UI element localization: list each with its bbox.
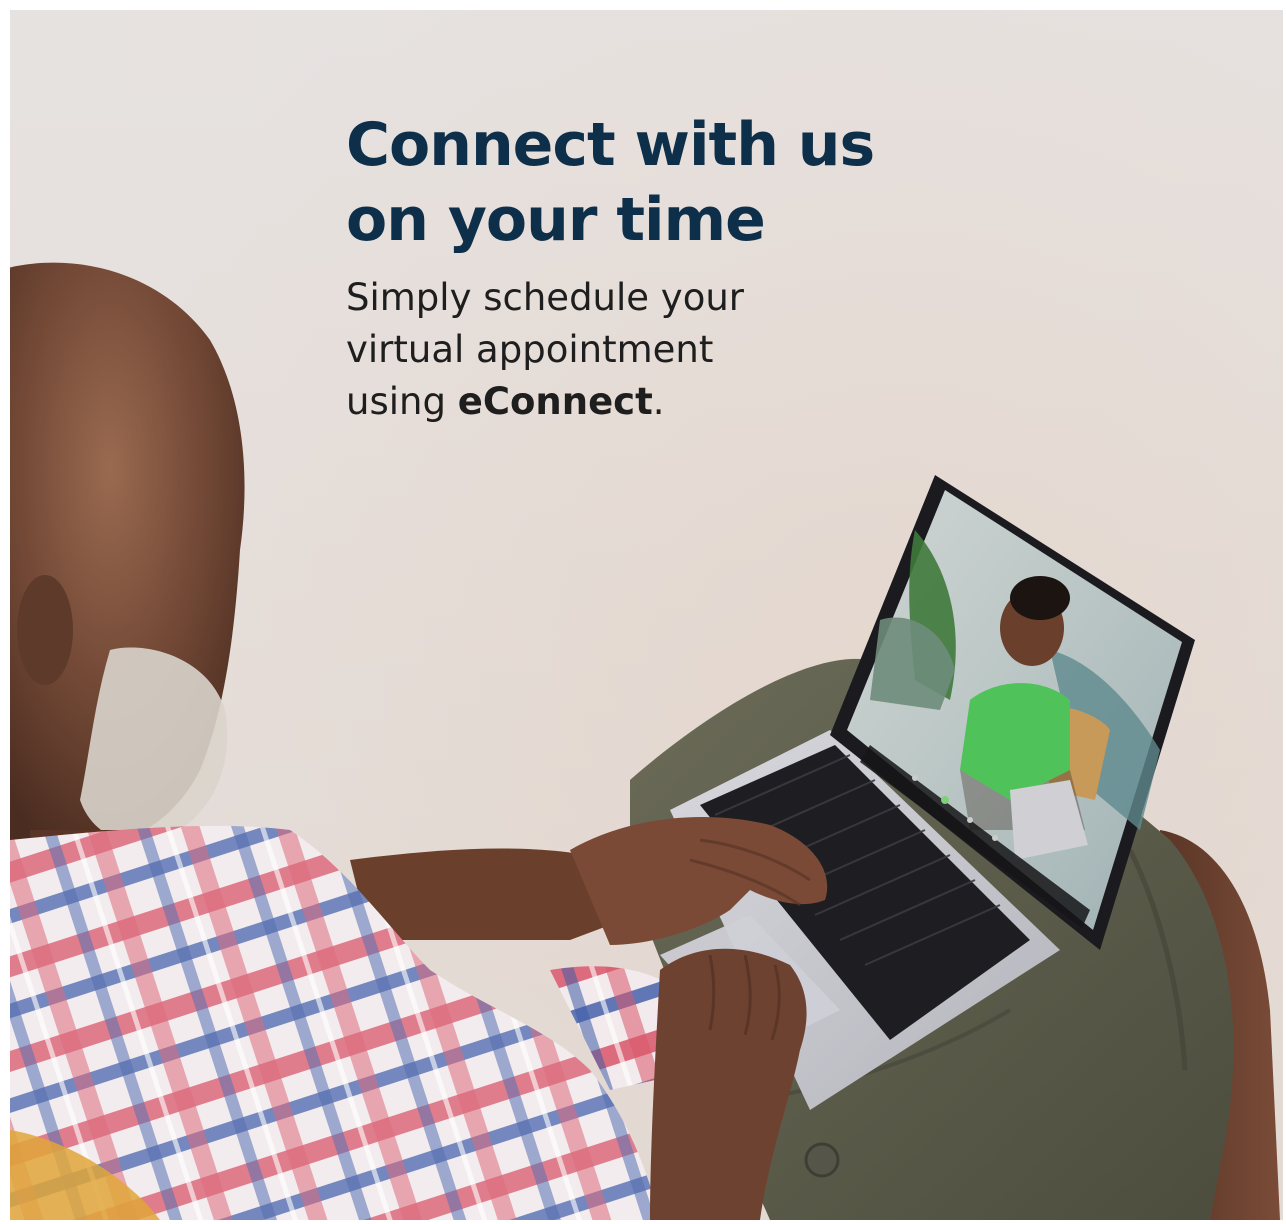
hero-image-panel: Connect with us on your time Simply sche… [10,10,1283,1220]
subheading-prefix: using [346,380,458,423]
subheading: Simply schedule your virtual appointment… [346,272,744,428]
headline-line-2: on your time [346,185,766,255]
subheading-line-1: Simply schedule your [346,276,745,319]
brand-name: eConnect [457,380,653,423]
subheading-line-3: using eConnect. [346,376,744,428]
headline-line-1: Connect with us [346,110,875,180]
subheading-line-2: virtual appointment [346,328,714,371]
headline: Connect with us on your time [346,108,875,258]
subheading-suffix: . [652,380,665,423]
